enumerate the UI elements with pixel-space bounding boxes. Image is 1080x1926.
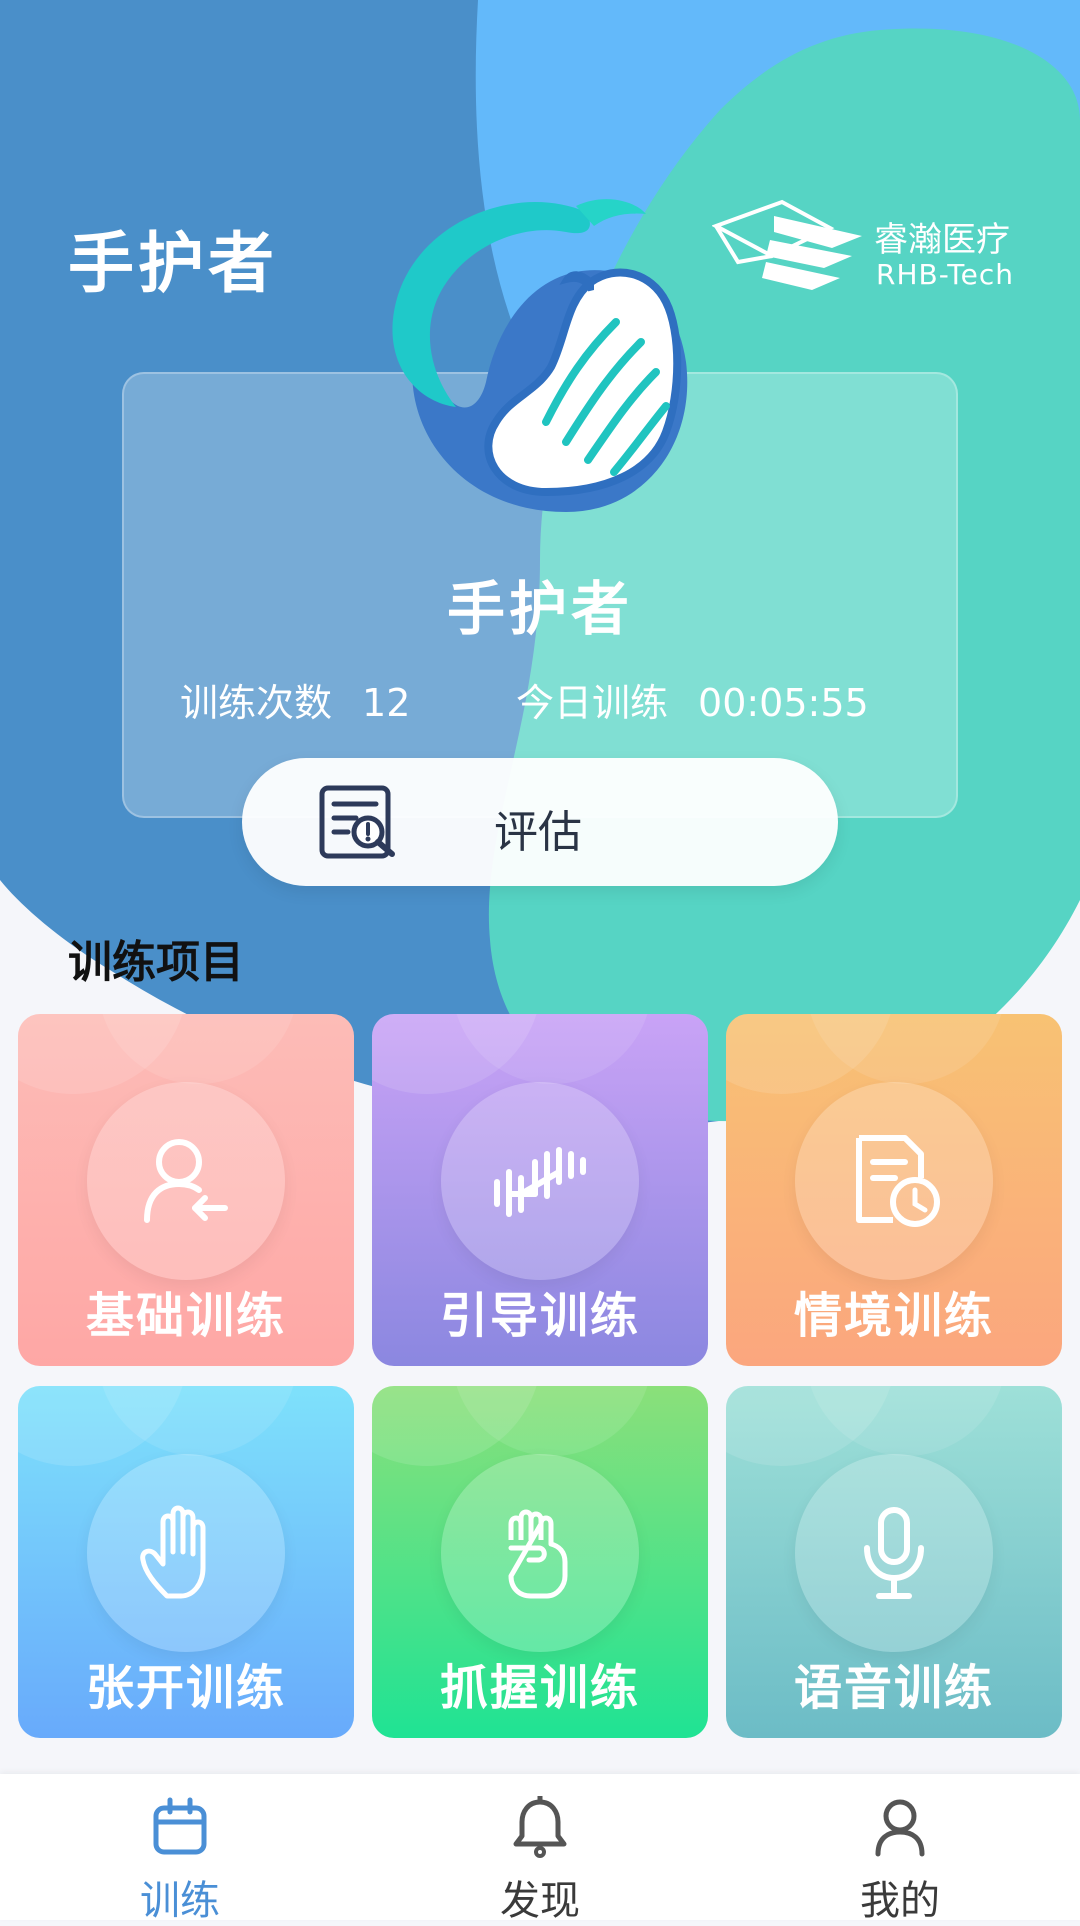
person-return-icon: [144, 1139, 228, 1223]
rhb-logo-icon: [711, 199, 862, 290]
assessment-icon: [319, 785, 395, 859]
today-train-value: 00:05:55: [698, 681, 869, 725]
tab-mine[interactable]: 我的: [800, 1774, 1000, 1924]
tile-voice-training[interactable]: 语音训练: [726, 1386, 1062, 1738]
tab-label: 发现: [500, 1878, 580, 1924]
tile-guided-training[interactable]: 引导训练: [372, 1014, 708, 1366]
section-title: 训练项目: [68, 937, 244, 988]
document-clock-icon: [856, 1135, 940, 1227]
tile-open-training[interactable]: 张开训练: [18, 1386, 354, 1738]
today-train-label: 今日训练: [516, 681, 669, 725]
dumbbell-icon: [494, 1147, 586, 1217]
person-icon: [875, 1799, 925, 1857]
tile-label: 张开训练: [85, 1660, 286, 1716]
tile-label: 基础训练: [85, 1288, 286, 1344]
brand-logo: 睿瀚医疗 RHB-Tech: [711, 196, 1052, 306]
calendar-icon: [153, 1797, 207, 1855]
tab-discover[interactable]: 发现: [440, 1774, 640, 1924]
assess-button[interactable]: 评估: [242, 758, 838, 886]
brand-name-cn: 睿瀚医疗: [874, 220, 1010, 260]
tile-label: 情境训练: [793, 1288, 994, 1344]
profile-name: 手护者: [446, 575, 633, 643]
tab-label: 训练: [140, 1878, 220, 1924]
app-logo-icon: [392, 199, 688, 512]
tab-label: 我的: [860, 1878, 940, 1924]
app-title: 手护者: [68, 225, 278, 302]
bottom-tab-bar: 训练 发现 我的: [0, 1774, 1080, 1924]
tile-grip-training[interactable]: 抓握训练: [372, 1386, 708, 1738]
tile-label: 语音训练: [793, 1660, 994, 1716]
today-train-stat: 今日训练 00:05:55: [516, 672, 869, 727]
tile-label: 引导训练: [439, 1288, 640, 1344]
train-count-value: 12: [362, 681, 411, 725]
assess-label: 评估: [494, 807, 582, 858]
tile-scenario-training[interactable]: 情境训练: [726, 1014, 1062, 1366]
train-count-stat: 训练次数 12: [180, 672, 410, 727]
bell-icon: [513, 1796, 567, 1858]
tile-label: 抓握训练: [439, 1660, 640, 1716]
fist-icon: [508, 1509, 568, 1599]
tile-basic-training[interactable]: 基础训练: [18, 1014, 354, 1366]
train-count-label: 训练次数: [180, 681, 333, 725]
open-hand-icon: [140, 1505, 206, 1599]
microphone-icon: [864, 1507, 924, 1599]
tab-training[interactable]: 训练: [80, 1774, 280, 1924]
brand-name-en: RHB-Tech: [876, 258, 1014, 291]
